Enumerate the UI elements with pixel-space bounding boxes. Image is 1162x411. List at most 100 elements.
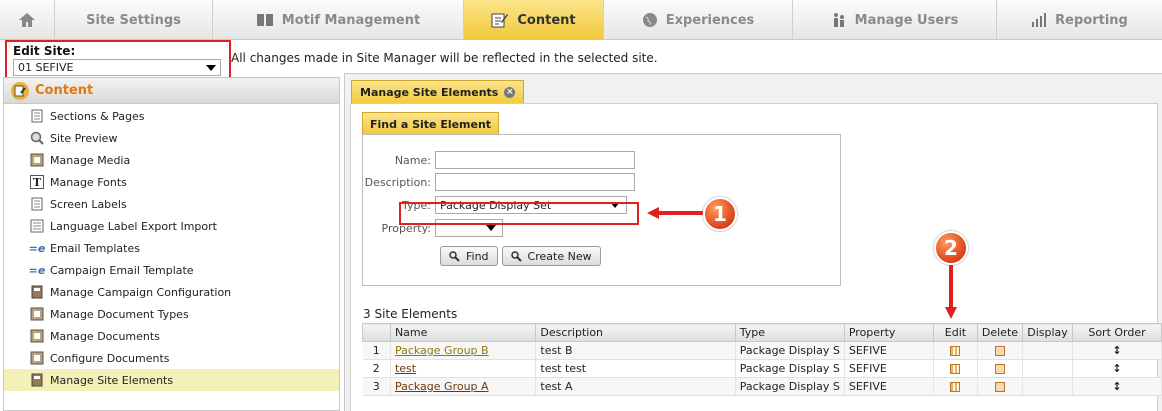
description-row: Description: [363, 173, 635, 191]
nav-manage-campaign-config[interactable]: Manage Campaign Configuration [4, 281, 339, 303]
col-header[interactable]: Property [843, 323, 935, 342]
row-name-link[interactable]: Package Group B [395, 344, 489, 357]
content-edit-icon [11, 81, 29, 100]
row-number: 1 [362, 341, 391, 360]
edit-site-box: Edit Site: 01 SEFIVE [5, 40, 231, 79]
nav-sections-pages[interactable]: Sections & Pages [4, 105, 339, 127]
chevron-down-icon [486, 225, 496, 231]
results-table: Name Description Type Property Edit Dele… [362, 323, 1162, 396]
nav-label: Email Templates [50, 241, 140, 255]
tab-label: Content [517, 12, 576, 28]
sort-arrows-icon[interactable]: ↕ [1112, 380, 1121, 393]
tab-manage-site-elements[interactable]: Manage Site Elements × [351, 80, 525, 104]
col-header: Sort Order [1072, 323, 1162, 342]
col-header[interactable]: Description [535, 323, 736, 342]
media-icon [30, 351, 44, 365]
top-nav: Site Settings Motif Management Content E… [0, 0, 1162, 40]
tab-manage-users[interactable]: Manage Users [793, 0, 997, 40]
left-panel-title: Content [35, 83, 94, 98]
nav-configure-documents[interactable]: Configure Documents [4, 347, 339, 369]
find-button[interactable]: Find [440, 246, 498, 266]
chevron-down-icon [206, 64, 216, 71]
delete-icon[interactable] [994, 364, 1005, 374]
nav-manage-documents[interactable]: Manage Documents [4, 325, 339, 347]
nav-label: Manage Documents [50, 329, 160, 343]
edit-icon[interactable] [950, 364, 961, 374]
display-cell [1022, 341, 1073, 360]
nav-manage-fonts[interactable]: T Manage Fonts [4, 171, 339, 193]
display-cell [1022, 377, 1073, 396]
site-notice: All changes made in Site Manager will be… [231, 51, 658, 65]
home-tab[interactable] [0, 0, 55, 40]
sort-cell: ↕ [1072, 341, 1162, 360]
nav-language-label-export[interactable]: Language Label Export Import [4, 215, 339, 237]
tab-label: Site Settings [86, 12, 181, 28]
nav-label: Site Preview [50, 131, 118, 145]
delete-icon[interactable] [994, 382, 1005, 392]
sort-arrows-icon[interactable]: ↕ [1112, 362, 1121, 375]
nav-screen-labels[interactable]: Screen Labels [4, 193, 339, 215]
document-icon [30, 197, 44, 211]
delete-icon[interactable] [994, 346, 1005, 356]
col-header[interactable]: Type [734, 323, 845, 342]
row-type: Package Display S [735, 341, 845, 360]
sort-arrows-icon[interactable]: ↕ [1112, 344, 1121, 357]
create-new-button[interactable]: Create New [501, 246, 601, 266]
edit-cell [933, 341, 978, 360]
name-input[interactable] [435, 151, 635, 169]
nav-label: Manage Media [50, 153, 131, 167]
close-icon[interactable]: × [504, 87, 516, 98]
nav-label: Manage Document Types [50, 307, 189, 321]
row-name-cell: Package Group B [390, 341, 537, 360]
magnifier-icon [30, 131, 44, 145]
email-icon: =e [28, 263, 46, 277]
media-icon [30, 329, 44, 343]
tab-reporting[interactable]: Reporting [997, 0, 1162, 40]
row-property: SEFIVE [844, 341, 935, 360]
home-icon [19, 13, 35, 27]
col-header: Display [1022, 323, 1073, 342]
table-header: Name Description Type Property Edit Dele… [362, 323, 1162, 342]
edit-site-select[interactable]: 01 SEFIVE [13, 59, 221, 76]
tab-label: Manage Users [854, 12, 959, 28]
edit-cell [933, 377, 978, 396]
left-panel-header: Content [4, 78, 339, 104]
tab-site-settings[interactable]: Site Settings [55, 0, 213, 40]
nav-manage-media[interactable]: Manage Media [4, 149, 339, 171]
row-name-link[interactable]: test [395, 362, 416, 375]
col-header[interactable]: Name [389, 323, 537, 342]
nav-label: Manage Campaign Configuration [50, 285, 232, 299]
nav-label: Manage Site Elements [50, 373, 174, 387]
edit-icon[interactable] [950, 382, 961, 392]
delete-cell [977, 341, 1024, 360]
search-icon [510, 250, 522, 262]
display-cell [1022, 359, 1073, 378]
bar-chart-icon [1032, 13, 1047, 27]
delete-cell [977, 377, 1024, 396]
find-title: Find a Site Element [362, 112, 500, 135]
table-row: 1 Package Group B test B Package Display… [362, 341, 1162, 360]
nav-label: Language Label Export Import [50, 219, 217, 233]
create-new-button-label: Create New [527, 249, 592, 263]
name-row: Name: [363, 151, 635, 169]
export-icon [30, 219, 44, 233]
nav-site-preview[interactable]: Site Preview [4, 127, 339, 149]
table-row: 3 Package Group A test A Package Display… [362, 377, 1162, 396]
edit-icon[interactable] [950, 346, 961, 356]
row-name-link[interactable]: Package Group A [395, 380, 489, 393]
nav-email-templates[interactable]: =e Email Templates [4, 237, 339, 259]
nav-manage-document-types[interactable]: Manage Document Types [4, 303, 339, 325]
nav-manage-site-elements[interactable]: Manage Site Elements [4, 369, 339, 391]
tab-label: Reporting [1055, 12, 1128, 28]
tab-motif-management[interactable]: Motif Management [213, 0, 464, 40]
delete-cell [977, 359, 1024, 378]
tab-experiences[interactable]: Experiences [604, 0, 793, 40]
table-row: 2 test test test Package Display S SEFIV… [362, 359, 1162, 378]
nav-campaign-email-template[interactable]: =e Campaign Email Template [4, 259, 339, 281]
tab-content[interactable]: Content [464, 0, 604, 40]
find-button-label: Find [466, 249, 489, 263]
edit-icon [491, 13, 509, 28]
description-input[interactable] [435, 173, 635, 191]
results-count: 3 Site Elements [363, 307, 458, 321]
config-icon [30, 373, 44, 387]
